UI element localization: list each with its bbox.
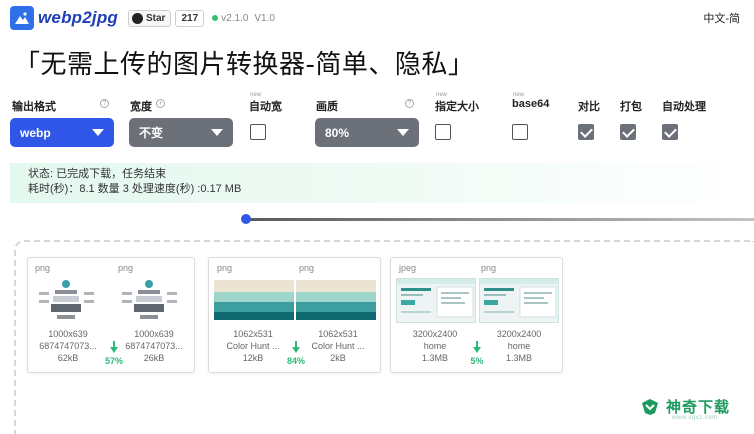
original-dimensions: 1062x531	[233, 329, 273, 339]
converted-thumbnail[interactable]	[116, 278, 183, 323]
size-saving-percent: 57%	[104, 356, 123, 366]
file-card[interactable]: png png 1000x639 6874747073... 62kB 1000…	[27, 257, 195, 373]
converted-thumbnail[interactable]	[479, 278, 559, 323]
output-format-value: webp	[20, 125, 51, 140]
quality-help-icon[interactable]: ?	[405, 99, 414, 108]
original-format: jpeg	[399, 263, 417, 273]
file-card[interactable]: png png 1062x531 Color Hunt ... 12kB 106…	[208, 257, 381, 373]
version-status-dot	[212, 15, 219, 21]
chevron-down-icon	[92, 129, 104, 136]
file-card[interactable]: jpeg png 3200x2400 home 1.3MB 3200x2400 …	[390, 257, 563, 373]
pack-checkbox[interactable]	[620, 124, 636, 140]
quality-label: 画质	[316, 101, 338, 113]
auto-process-checkbox[interactable]	[662, 124, 678, 140]
base64-checkbox[interactable]	[512, 124, 528, 140]
converted-format: png	[118, 263, 134, 273]
watermark-url: www.sqxz.com	[672, 415, 718, 421]
fixed-size-checkbox[interactable]	[435, 124, 451, 140]
quality-value: 80%	[325, 125, 350, 140]
converted-thumbnail[interactable]	[296, 280, 376, 320]
output-format-select[interactable]: webp	[10, 118, 114, 147]
original-thumbnail[interactable]	[33, 278, 100, 323]
status-panel: 状态: 已完成下载，任务结束 耗时(秒)：8.1 数量 3 处理速度(秒) :0…	[10, 163, 754, 203]
quality-select[interactable]: 80%	[315, 118, 419, 147]
auto-process-label: 自动处理	[662, 101, 706, 113]
github-star-count[interactable]: 217	[175, 9, 205, 27]
status-message: 状态: 已完成下载，任务结束	[28, 168, 167, 180]
version-current: v2.1.0	[221, 12, 249, 24]
compare-checkbox[interactable]	[578, 124, 594, 140]
download-arrow-icon	[292, 341, 300, 353]
width-label: 宽度	[130, 101, 152, 113]
output-format-help-icon[interactable]: ?	[100, 99, 109, 108]
shield-icon	[640, 398, 660, 416]
github-star-label: Star	[146, 12, 166, 24]
base64-label: base64	[512, 98, 550, 110]
converted-dimensions: 1000x639	[134, 329, 174, 339]
download-arrow-icon	[110, 341, 118, 353]
github-icon	[132, 12, 143, 24]
size-saving[interactable]: 57%	[99, 341, 129, 366]
original-name: 6874747073...	[39, 341, 97, 351]
original-thumbnail[interactable]	[214, 280, 294, 320]
github-star-button[interactable]: Star	[128, 9, 172, 27]
original-size: 62kB	[57, 353, 79, 363]
progress-track[interactable]	[246, 218, 754, 221]
app-logo-text[interactable]: webp2jpg	[38, 8, 118, 28]
original-info: 1000x639 6874747073... 62kB	[28, 328, 108, 364]
output-format-label: 输出格式	[12, 101, 56, 113]
app-root: webp2jpg Star 217 v2.1.0 V1.0 中文-简 「无需上传…	[0, 0, 754, 434]
app-logo-icon[interactable]	[10, 6, 34, 30]
watermark-logo: 神奇下载	[640, 396, 730, 417]
page-title: 「无需上传的图片转换器-简单、隐私」	[14, 50, 475, 80]
progress-handle[interactable]	[241, 214, 251, 224]
status-stats: 耗时(秒)：8.1 数量 3 处理速度(秒) :0.17 MB	[28, 183, 242, 195]
version-legacy-link[interactable]: V1.0	[254, 13, 275, 24]
size-saving[interactable]: 84%	[281, 341, 311, 366]
size-saving-percent: 84%	[286, 356, 305, 366]
width-add-icon[interactable]: +	[156, 99, 165, 108]
converted-format: png	[299, 263, 315, 273]
pack-label: 打包	[620, 101, 642, 113]
original-format: png	[35, 263, 51, 273]
original-dimensions: 3200x2400	[412, 329, 458, 339]
chevron-down-icon	[211, 129, 223, 136]
width-select[interactable]: 不变	[129, 118, 233, 147]
top-bar: webp2jpg Star 217 v2.1.0 V1.0 中文-简	[0, 0, 754, 36]
original-thumbnail[interactable]	[396, 278, 476, 323]
size-saving[interactable]: 5%	[462, 341, 492, 366]
converted-dimensions: 1062x531	[318, 329, 358, 339]
width-value: 不变	[139, 126, 164, 140]
language-selector[interactable]: 中文-简	[703, 10, 740, 26]
auto-width-checkbox[interactable]	[250, 124, 266, 140]
converted-format: png	[481, 263, 497, 273]
auto-width-label: 自动宽	[249, 101, 282, 113]
download-arrow-icon	[473, 341, 481, 353]
fixed-size-label: 指定大小	[435, 101, 479, 113]
original-format: png	[217, 263, 233, 273]
chevron-down-icon	[397, 129, 409, 136]
compare-label: 对比	[578, 101, 600, 113]
watermark-brand: 神奇下载	[666, 398, 731, 416]
original-dimensions: 1000x639	[48, 329, 88, 339]
size-saving-percent: 5%	[470, 356, 484, 366]
converted-dimensions: 3200x2400	[496, 329, 542, 339]
